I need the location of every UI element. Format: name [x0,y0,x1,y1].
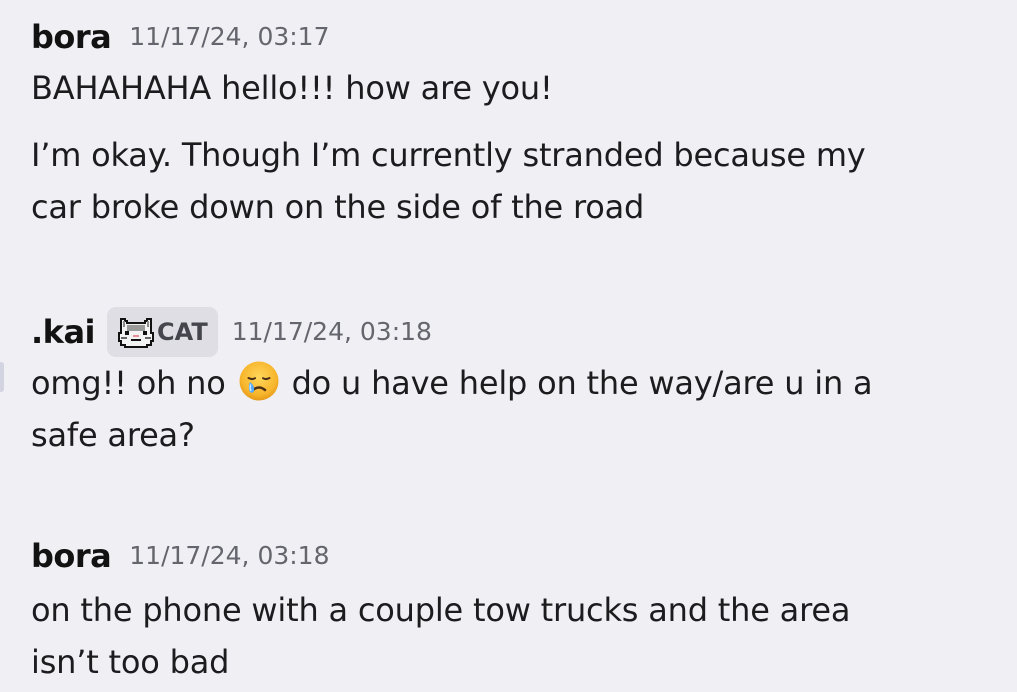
message-header: bora 11/17/24, 03:18 [31,531,999,581]
message-highlight-indicator [0,362,4,392]
message-text: safe area? [31,416,195,454]
message-text-part: omg!! oh no [31,364,226,402]
message-header: .kai CAT 11/17/24, 03:18 [31,307,999,357]
cat-icon [118,318,154,348]
message-group-kai: .kai CAT 11/17/24, 03:18 omg!! oh no do … [31,307,999,461]
message-group-bora-1: bora 11/17/24, 03:17 BAHAHAHA hello!!! h… [31,12,999,233]
role-badge-label: CAT [157,318,208,346]
message-text: isn’t too bad [31,643,230,681]
message-text-part: do u have help on the way/are u in a [291,364,873,402]
message-group-bora-2: bora 11/17/24, 03:18 on the phone with a… [31,531,999,688]
message-text: I’m okay. Though I’m currently stranded … [31,136,866,174]
message-text: omg!! oh no do u have help on the way/ar… [31,357,999,409]
username[interactable]: bora [31,12,112,62]
username[interactable]: .kai [31,307,96,357]
message-text: BAHAHAHA hello!!! how are you! [31,69,553,107]
username[interactable]: bora [31,531,112,581]
message-header: bora 11/17/24, 03:17 [31,12,999,62]
chat-message-list: bora 11/17/24, 03:17 BAHAHAHA hello!!! h… [0,0,1017,692]
timestamp[interactable]: 11/17/24, 03:18 [232,307,432,357]
message-text: car broke down on the side of the road [31,188,645,226]
message-text: on the phone with a couple tow trucks an… [31,591,851,629]
role-badge[interactable]: CAT [107,307,218,357]
timestamp[interactable]: 11/17/24, 03:18 [129,531,329,581]
crying-face-emoji-icon [239,361,279,401]
timestamp[interactable]: 11/17/24, 03:17 [129,12,329,62]
